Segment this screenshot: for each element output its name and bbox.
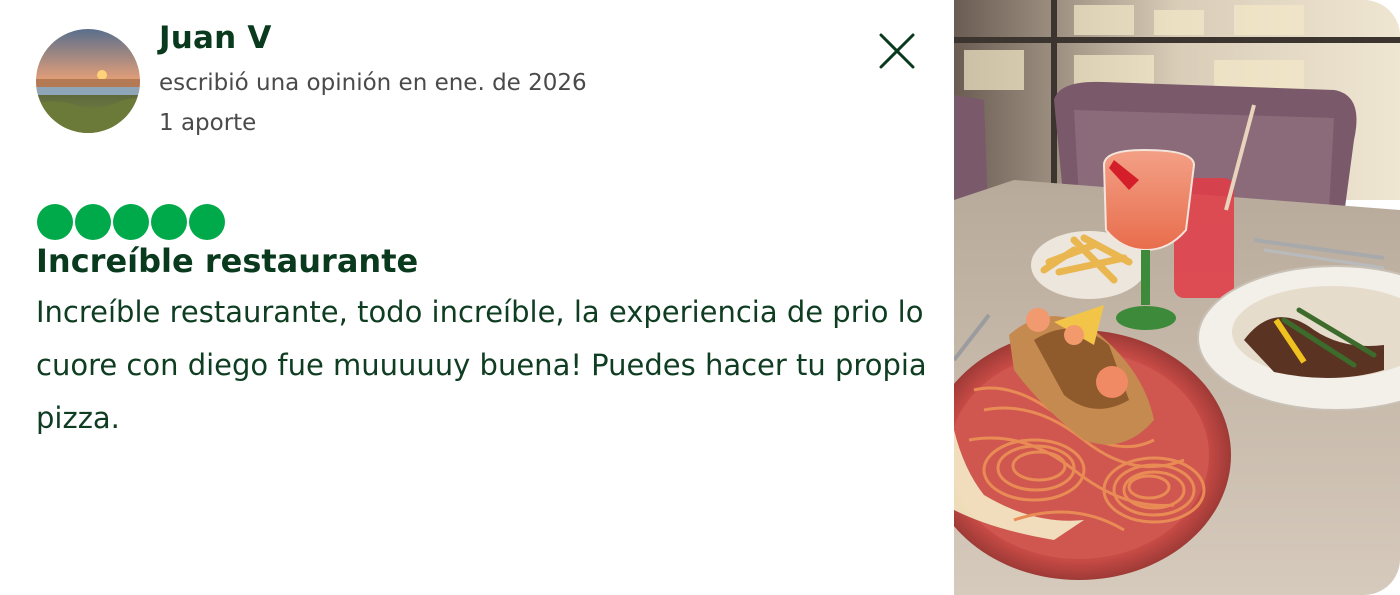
contributions-count: 1 aporte [159,110,257,136]
author-name[interactable]: Juan V [159,20,272,56]
review-title: Increíble restaurante [36,242,419,280]
rating-bubble-icon [37,204,73,240]
review-date-line: escribió una opinión en ene. de 2026 [159,70,587,96]
food-photo-image [954,0,1400,595]
review-content: Juan V escribió una opinión en ene. de 2… [0,0,954,595]
rating-bubble-icon [75,204,111,240]
close-icon[interactable] [872,28,920,76]
avatar-landscape-image [36,29,140,133]
review-text: Increíble restaurante, todo increíble, l… [36,295,927,435]
review-card: Juan V escribió una opinión en ene. de 2… [0,0,1400,595]
rating-bubble-icon [151,204,187,240]
avatar[interactable] [36,29,140,133]
rating-bubble-icon [113,204,149,240]
review-photo[interactable] [954,0,1400,595]
rating-bubbles [37,204,225,240]
rating-bubble-icon [189,204,225,240]
